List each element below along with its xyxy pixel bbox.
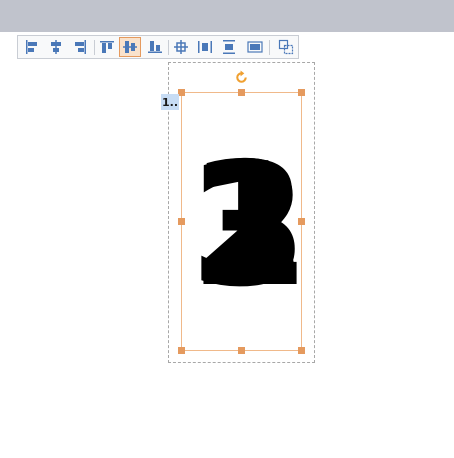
align-middle-vertical-button[interactable]	[119, 37, 141, 57]
align-center-horizontal-button[interactable]	[45, 37, 67, 57]
shape-digit-three[interactable]: 3	[190, 131, 308, 321]
align-top-icon	[100, 41, 114, 53]
toolbar-divider	[168, 40, 169, 55]
distribute-horizontal-icon	[198, 41, 212, 53]
resize-handle-top[interactable]	[238, 89, 245, 96]
toolbar-divider	[94, 40, 95, 55]
resize-handle-bottom[interactable]	[238, 347, 245, 354]
title-bar	[0, 0, 454, 32]
distribute-horizontal-button[interactable]	[194, 37, 216, 57]
toolbar-divider	[269, 40, 270, 55]
group-objects-icon	[278, 39, 294, 55]
stretch-icon	[247, 41, 263, 53]
align-right-button[interactable]	[69, 37, 91, 57]
resize-handle-top-right[interactable]	[298, 89, 305, 96]
align-left-icon	[26, 40, 37, 54]
distribute-vertical-icon	[223, 40, 235, 54]
align-center-horizontal-icon	[51, 40, 61, 54]
align-middle-vertical-icon	[123, 41, 137, 53]
distribute-vertical-button[interactable]	[218, 37, 240, 57]
alignment-toolbar	[17, 35, 299, 59]
align-top-button[interactable]	[96, 37, 118, 57]
selection-count-badge: 1..	[161, 94, 179, 110]
align-bottom-icon	[148, 41, 162, 53]
resize-handle-top-left[interactable]	[178, 89, 185, 96]
align-left-button[interactable]	[21, 37, 43, 57]
stretch-button[interactable]	[244, 37, 266, 57]
align-bottom-button[interactable]	[144, 37, 166, 57]
align-center-both-icon	[174, 40, 188, 54]
rotate-handle-icon[interactable]	[234, 70, 249, 85]
group-objects-button[interactable]	[275, 37, 297, 57]
resize-handle-left[interactable]	[178, 218, 185, 225]
resize-handle-bottom-left[interactable]	[178, 347, 185, 354]
align-center-both-button[interactable]	[170, 37, 192, 57]
align-right-icon	[75, 40, 86, 54]
resize-handle-bottom-right[interactable]	[298, 347, 305, 354]
